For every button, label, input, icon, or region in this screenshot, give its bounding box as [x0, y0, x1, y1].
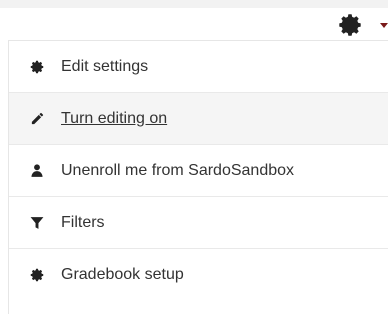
menu-item-label: Filters — [61, 213, 105, 231]
caret-down-icon[interactable] — [380, 23, 388, 28]
admin-menu-panel: Edit settings Turn editing on Unenroll m… — [0, 0, 388, 314]
gear-icon — [29, 59, 45, 75]
filter-icon — [29, 215, 45, 231]
menu-item-label: Edit settings — [61, 57, 149, 75]
menu-item-label: Gradebook setup — [61, 266, 184, 283]
menu-item-label: Turn editing on — [61, 109, 168, 127]
menu-item-gradebook-setup[interactable]: Gradebook setup — [9, 249, 388, 301]
gear-icon — [29, 267, 45, 283]
settings-dropdown-menu: Edit settings Turn editing on Unenroll m… — [8, 40, 388, 314]
user-icon — [29, 163, 45, 179]
menu-item-turn-editing-on[interactable]: Turn editing on — [9, 93, 388, 145]
pencil-icon — [29, 111, 45, 127]
menu-item-unenroll[interactable]: Unenroll me from SardoSandbox — [9, 145, 388, 197]
menu-item-filters[interactable]: Filters — [9, 197, 388, 249]
settings-menu-toggle[interactable] — [333, 12, 367, 38]
gear-icon — [339, 14, 361, 36]
menu-item-edit-settings[interactable]: Edit settings — [9, 41, 388, 93]
menu-item-label: Unenroll me from SardoSandbox — [61, 161, 295, 179]
top-bar — [0, 0, 388, 8]
